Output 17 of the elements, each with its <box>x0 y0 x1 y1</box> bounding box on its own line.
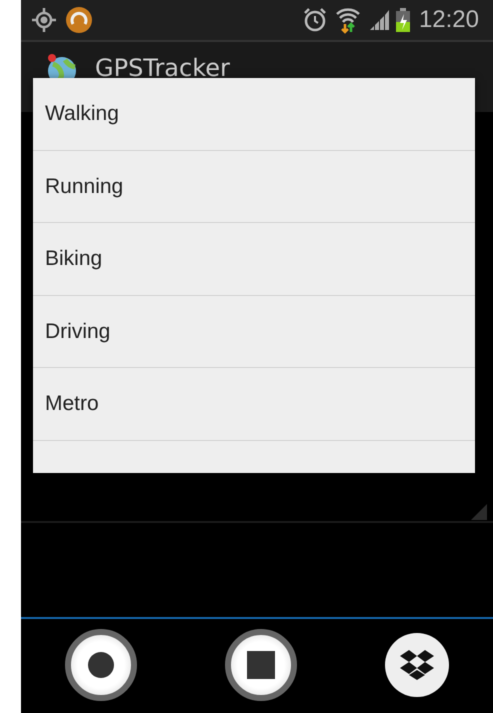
app-notification-icon <box>65 6 93 34</box>
open-box-icon <box>399 649 435 681</box>
wifi-icon <box>334 6 361 34</box>
list-item[interactable]: Biking <box>45 243 102 274</box>
list-item[interactable]: Running <box>45 170 124 202</box>
list-item[interactable]: Walking <box>45 98 119 130</box>
list-item[interactable]: Metro <box>45 388 99 420</box>
signal-icon <box>368 9 391 31</box>
alarm-icon <box>302 7 327 33</box>
record-icon <box>87 651 115 679</box>
clock-time: 12:20 <box>418 5 479 35</box>
stop-icon <box>247 651 275 679</box>
list-item[interactable]: Driving <box>45 316 110 347</box>
app-title: GPSTracker <box>95 53 230 84</box>
location-icon <box>31 7 57 33</box>
spinner-corner-icon <box>471 504 487 520</box>
battery-icon <box>394 7 411 33</box>
